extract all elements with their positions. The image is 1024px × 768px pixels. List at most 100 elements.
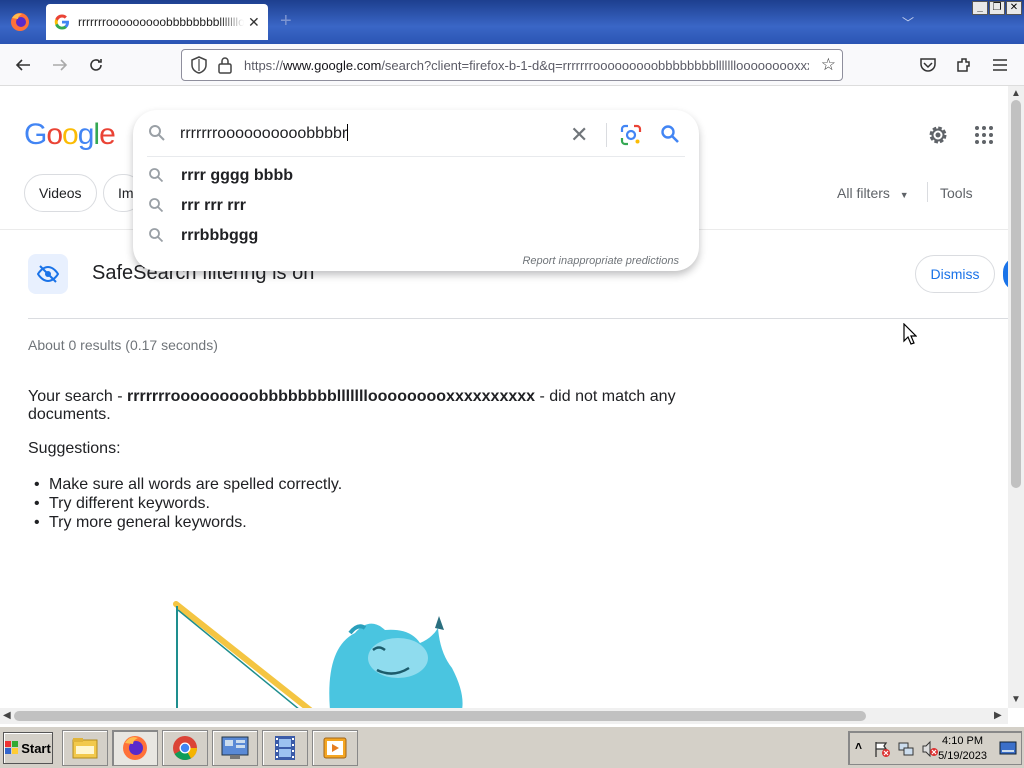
no-match-query: rrrrrrrooooooooobbbbbbbbllllllloooooooox…	[127, 388, 536, 405]
search-icon	[149, 125, 165, 141]
scroll-right-arrow-icon[interactable]: ▶	[994, 710, 1002, 721]
reload-icon[interactable]	[83, 52, 109, 78]
search-icon	[149, 168, 164, 183]
network-icon[interactable]	[897, 740, 915, 758]
suggestion-item[interactable]: rrrr gggg bbbb	[133, 161, 699, 191]
no-match-prefix: Your search -	[28, 388, 128, 405]
apps-grid-icon[interactable]	[974, 125, 994, 145]
screen: { "browser": { "tab_title": "rrrrrrroooo…	[0, 0, 1024, 768]
list-all-tabs-icon[interactable]: ﹀	[902, 14, 914, 31]
extensions-icon[interactable]	[951, 52, 977, 78]
firefox-logo-icon[interactable]	[8, 10, 32, 34]
tracking-protection-shield-icon[interactable]	[190, 56, 208, 74]
search-icon	[149, 228, 164, 243]
action-center-flag-icon[interactable]	[873, 740, 891, 758]
control-panel-icon	[221, 736, 249, 759]
tools-button[interactable]: Tools	[940, 185, 973, 201]
search-input[interactable]: rrrrrrroooooooooobbbbr	[180, 124, 348, 143]
divider	[28, 318, 1008, 319]
list-item: Try different keywords.	[34, 494, 342, 513]
divider	[147, 156, 685, 157]
safesearch-icon	[28, 254, 68, 294]
chip-videos[interactable]: Videos	[24, 174, 97, 212]
chrome-icon	[173, 736, 197, 761]
search-submit-icon[interactable]	[660, 124, 680, 144]
system-clock[interactable]: 4:10 PM 5/19/2023	[938, 734, 987, 764]
windows-logo-icon	[5, 741, 19, 754]
divider	[927, 182, 928, 202]
scroll-down-arrow-icon[interactable]: ▼	[1011, 694, 1021, 705]
browser-tab-active[interactable]: rrrrrrrooooooooobbbbbbbbllllllloooooooox…	[46, 4, 268, 40]
search-icon	[149, 198, 164, 213]
google-lens-icon[interactable]	[619, 123, 643, 147]
horizontal-scroll-thumb[interactable]	[14, 711, 866, 721]
tray-expand-icon[interactable]: ˄	[855, 739, 862, 753]
browser-navbar: https://www.google.com/search?client=fir…	[0, 44, 1024, 86]
clock-date: 5/19/2023	[938, 750, 987, 762]
minimize-button[interactable]: _	[972, 1, 988, 15]
forward-arrow-icon[interactable]	[47, 52, 73, 78]
search-autocomplete: rrrrrrroooooooooobbbbr ✕ rrrr gggg bbbb …	[133, 110, 699, 271]
clear-search-icon[interactable]: ✕	[570, 122, 588, 148]
tab-title: rrrrrrrooooooooobbbbbbbbllllllloooooooox…	[78, 15, 244, 29]
list-item: Try more general keywords.	[34, 513, 342, 532]
list-item: Make sure all words are spelled correctl…	[34, 475, 342, 494]
dismiss-button[interactable]: Dismiss	[915, 255, 995, 293]
url-path: /search?client=firefox-b-1-d&q=rrrrrrroo…	[381, 57, 809, 73]
taskbar-firefox[interactable]	[112, 730, 158, 766]
suggestions-list: Make sure all words are spelled correctl…	[34, 475, 342, 532]
google-favicon-icon	[54, 14, 69, 30]
scroll-left-arrow-icon[interactable]: ◀	[3, 710, 11, 721]
vertical-scroll-thumb[interactable]	[1011, 100, 1021, 488]
system-tray: ˄ 4:10 PM 5/19/2023	[848, 731, 1022, 765]
suggestion-text: rrrbbbggg	[181, 227, 259, 244]
close-window-button[interactable]: ✕	[1006, 1, 1022, 15]
show-desktop-icon[interactable]	[999, 740, 1017, 758]
result-stats: About 0 results (0.17 seconds)	[28, 337, 218, 353]
tab-close-icon[interactable]: ✕	[248, 14, 260, 31]
report-predictions-link[interactable]: Report inappropriate predictions	[522, 255, 679, 267]
start-button[interactable]: Start	[3, 732, 53, 764]
clock-time: 4:10 PM	[942, 735, 984, 747]
suggestion-item[interactable]: rrr rrr rrr	[133, 191, 699, 221]
no-match-message: Your search - rrrrrrrooooooooobbbbbbbbll…	[28, 388, 678, 424]
logo-letter: e	[99, 118, 116, 151]
lock-icon[interactable]	[217, 56, 233, 74]
logo-letter: G	[24, 118, 47, 151]
url-text[interactable]: https://www.google.com/search?client=fir…	[244, 58, 809, 73]
suggestion-item[interactable]: rrrbbbggg	[133, 221, 699, 251]
divider	[606, 123, 607, 147]
bookmark-star-icon[interactable]: ☆	[821, 55, 836, 75]
taskbar-media-player[interactable]	[312, 730, 358, 766]
film-strip-icon	[275, 736, 295, 760]
browser-tabstrip: rrrrrrrooooooooobbbbbbbbllllllloooooooox…	[0, 0, 1024, 44]
all-filters-label: All filters	[837, 185, 890, 201]
suggestion-text: rrr rrr rrr	[181, 197, 246, 214]
fishing-monster-illustration	[173, 601, 463, 708]
taskbar: Start ˄ 4:10 PM 5/19/2023	[0, 726, 1024, 768]
gear-icon[interactable]	[926, 123, 950, 147]
start-label: Start	[21, 740, 51, 756]
new-tab-button[interactable]: +	[280, 10, 292, 33]
dropdown-arrow-icon: ▼	[899, 190, 909, 200]
folder-icon	[72, 738, 98, 759]
suggestions-heading: Suggestions:	[28, 440, 121, 457]
taskbar-video-app[interactable]	[262, 730, 308, 766]
taskbar-control-panel[interactable]	[212, 730, 258, 766]
url-host: www.google.com	[283, 57, 382, 73]
hamburger-menu-icon[interactable]	[987, 52, 1013, 78]
volume-muted-icon[interactable]	[921, 740, 939, 758]
taskbar-file-explorer[interactable]	[62, 730, 108, 766]
restore-button[interactable]: ❐	[989, 1, 1005, 15]
all-filters-button[interactable]: All filters ▼	[837, 185, 909, 201]
taskbar-chrome[interactable]	[162, 730, 208, 766]
suggestion-text: rrrr gggg bbbb	[181, 167, 293, 184]
back-arrow-icon[interactable]	[10, 52, 36, 78]
google-logo[interactable]: Google	[24, 118, 116, 152]
scroll-up-arrow-icon[interactable]: ▲	[1011, 88, 1021, 99]
url-bar[interactable]: https://www.google.com/search?client=fir…	[181, 49, 843, 81]
firefox-icon	[123, 736, 147, 760]
logo-letter: g	[77, 118, 95, 151]
logo-letter: o	[62, 118, 79, 151]
pocket-icon[interactable]	[915, 52, 941, 78]
